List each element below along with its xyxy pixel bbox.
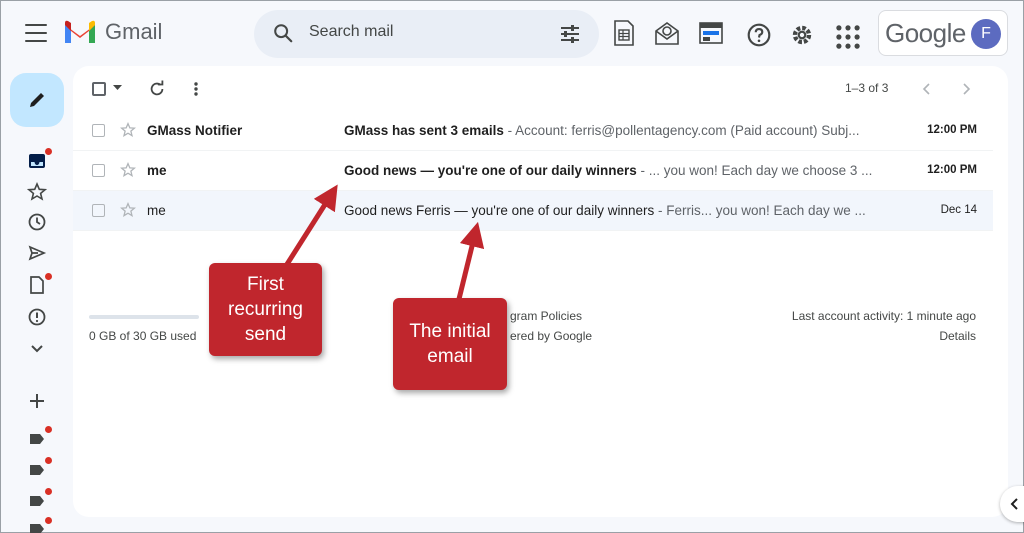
add-label-plus-icon[interactable] [27, 391, 47, 411]
label-icon[interactable] [27, 491, 47, 511]
email-time: 12:00 PM [927, 164, 977, 176]
more-options-icon[interactable] [192, 81, 200, 97]
callout-text: First recurring send [228, 274, 303, 345]
row-checkbox[interactable] [92, 124, 105, 137]
spam-icon[interactable] [27, 307, 47, 327]
email-snippet: - Ferris... you won! Each day we ... [654, 203, 866, 218]
activity-details-link[interactable]: Details [939, 329, 976, 343]
star-icon[interactable] [120, 122, 136, 138]
email-content: Good news — you're one of our daily winn… [344, 163, 884, 178]
powered-by-google: ered by Google [510, 329, 593, 343]
email-content: GMass has sent 3 emails - Account: ferri… [344, 123, 884, 138]
email-subject: GMass has sent 3 emails [344, 123, 504, 138]
gmail-logo[interactable]: Gmail [63, 19, 162, 45]
drafts-notification-dot [45, 273, 52, 280]
email-subject: Good news — you're one of our daily winn… [344, 163, 637, 178]
label-icon[interactable] [27, 519, 47, 533]
label-notification-dot [45, 426, 52, 433]
inbox-icon[interactable] [27, 151, 47, 171]
snoozed-clock-icon[interactable] [27, 212, 47, 232]
starred-icon[interactable] [27, 182, 47, 202]
select-dropdown-icon[interactable] [113, 85, 122, 91]
settings-gear-icon[interactable] [789, 21, 815, 49]
compose-button[interactable] [10, 73, 64, 127]
chevron-left-icon [1010, 498, 1018, 510]
email-time: Dec 14 [940, 204, 977, 216]
search-input[interactable] [309, 23, 539, 41]
sent-icon[interactable] [27, 243, 47, 263]
side-panel-toggle[interactable] [1000, 486, 1024, 522]
email-snippet: - Account: ferris@pollentagency.com (Pai… [503, 123, 860, 138]
label-notification-dot [45, 488, 52, 495]
mail-settings-icon[interactable] [654, 19, 680, 47]
avatar[interactable]: F [971, 19, 1001, 49]
refresh-icon[interactable] [148, 80, 166, 98]
row-checkbox[interactable] [92, 204, 105, 217]
callout-first-recurring-send: First recurring send [209, 263, 322, 356]
label-icon[interactable] [27, 429, 47, 449]
search-bar[interactable] [254, 10, 599, 58]
row-checkbox[interactable] [92, 164, 105, 177]
email-content: Good news Ferris — you're one of our dai… [344, 203, 884, 218]
more-chevron-down-icon[interactable] [27, 338, 47, 358]
email-sender: GMass Notifier [147, 123, 243, 138]
label-notification-dot [45, 517, 52, 524]
email-time: 12:00 PM [927, 124, 977, 136]
main-menu-icon[interactable] [23, 21, 49, 45]
last-account-activity: Last account activity: 1 minute ago [791, 309, 976, 323]
inbox-notification-dot [45, 148, 52, 155]
star-icon[interactable] [120, 202, 136, 218]
app-name: Gmail [105, 19, 163, 44]
email-sender: me [147, 163, 167, 178]
top-bar: Gmail Search mail Google F [1, 1, 1023, 65]
pencil-icon [30, 93, 44, 107]
drafts-icon[interactable] [27, 275, 47, 295]
search-options-icon[interactable] [559, 24, 581, 44]
newer-chevron-left-icon[interactable] [922, 83, 932, 95]
storage-usage: 0 GB of 30 GB used [89, 329, 197, 343]
label-icon[interactable] [27, 460, 47, 480]
label-notification-dot [45, 457, 52, 464]
email-sender: me [147, 203, 166, 218]
storage-meter [89, 315, 199, 319]
star-icon[interactable] [120, 162, 136, 178]
email-row[interactable]: GMass Notifier GMass has sent 3 emails -… [73, 111, 993, 151]
search-icon[interactable] [272, 22, 294, 44]
program-policies-link[interactable]: gram Policies [510, 309, 582, 323]
older-chevron-right-icon[interactable] [961, 83, 971, 95]
spreadsheet-icon[interactable] [611, 19, 637, 47]
help-icon[interactable] [746, 21, 772, 49]
email-subject: Good news Ferris — you're one of our dai… [344, 203, 655, 218]
list-toolbar: 1–3 of 3 [73, 66, 1008, 110]
gmail-m-icon [65, 20, 95, 43]
callout-initial-email: The initial email [393, 298, 507, 390]
apps-grid-icon[interactable] [835, 23, 861, 51]
select-all-checkbox[interactable] [92, 82, 106, 96]
google-account-button[interactable]: Google F [878, 10, 1008, 56]
google-brand: Google [885, 18, 966, 48]
pagination-range: 1–3 of 3 [845, 81, 889, 95]
email-snippet: - ... you won! Each day we choose 3 ... [636, 163, 873, 178]
callout-text: The initial email [409, 321, 491, 367]
email-row[interactable]: me Good news — you're one of our daily w… [73, 151, 993, 191]
email-row[interactable]: me Good news Ferris — you're one of our … [73, 191, 993, 231]
schedule-icon[interactable] [698, 19, 724, 47]
